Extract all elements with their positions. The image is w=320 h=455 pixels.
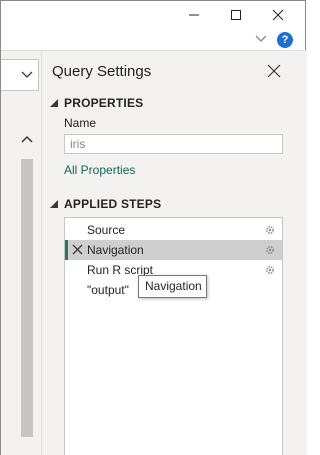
pane-title: Query Settings [52, 63, 152, 80]
formula-bar-dropdown[interactable] [1, 59, 39, 91]
applied-steps-section-header[interactable]: APPLIED STEPS [50, 197, 161, 211]
properties-heading: PROPERTIES [64, 96, 144, 110]
maximize-icon [231, 10, 241, 20]
step-source[interactable]: Source [65, 220, 282, 240]
gear-icon[interactable] [264, 244, 276, 256]
chevron-down-icon[interactable] [255, 34, 267, 44]
query-settings-pane: Query Settings PROPERTIES Name iris All … [42, 51, 307, 455]
vertical-scrollbar[interactable] [18, 129, 36, 449]
step-label: "output" [87, 283, 129, 297]
applied-steps-list: Source Navigation Run R script "output" [64, 217, 283, 455]
scrollbar-thumb[interactable] [21, 159, 33, 437]
close-window-button[interactable] [255, 1, 301, 29]
step-label: Navigation [87, 243, 144, 257]
all-properties-link[interactable]: All Properties [64, 163, 135, 177]
minimize-icon [189, 14, 199, 16]
properties-section-header[interactable]: PROPERTIES [50, 96, 143, 110]
gear-icon[interactable] [264, 224, 276, 236]
collapse-triangle-icon [50, 99, 58, 107]
help-icon[interactable]: ? [277, 32, 293, 48]
query-name-input[interactable]: iris [64, 134, 283, 154]
step-navigation[interactable]: Navigation [65, 240, 282, 260]
applied-steps-heading: APPLIED STEPS [64, 197, 162, 211]
gear-icon[interactable] [264, 264, 276, 276]
maximize-button[interactable] [213, 1, 259, 29]
delete-step-icon[interactable] [72, 244, 83, 255]
name-label: Name [64, 116, 97, 130]
chevron-down-icon [21, 71, 33, 78]
collapse-triangle-icon [50, 200, 58, 208]
step-label: Source [87, 223, 126, 237]
ribbon-helper-row: ? [245, 31, 305, 51]
close-pane-icon[interactable] [266, 63, 282, 79]
step-tooltip: Navigation [138, 275, 207, 298]
scroll-up-icon[interactable] [21, 134, 33, 144]
close-icon [272, 9, 284, 21]
minimize-button[interactable] [171, 1, 217, 29]
